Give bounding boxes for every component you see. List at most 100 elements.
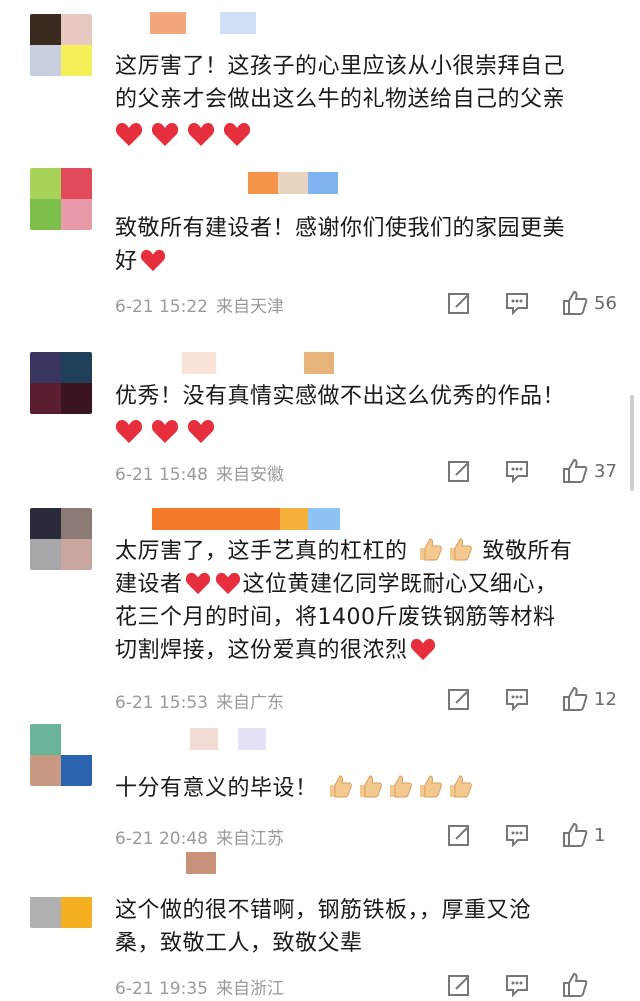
red-heart-icon <box>151 420 179 443</box>
comment-line: 建设者 这位黄建亿同学既耐心又细心， <box>115 568 620 601</box>
username[interactable] <box>186 852 216 874</box>
comment-location: 来自天津 <box>215 297 284 317</box>
share-icon[interactable] <box>446 822 472 848</box>
comment-line: 这厉害了！这孩子的心里应该从小很崇拜自己 <box>115 54 566 79</box>
scrollbar[interactable] <box>630 395 634 491</box>
thumbs-up-icon[interactable] <box>562 686 588 712</box>
like-count: 56 <box>594 292 617 314</box>
avatar-tile <box>30 508 61 539</box>
red-heart-icon <box>115 123 143 146</box>
username-block <box>308 172 338 194</box>
comment-meta: 6-21 20:48 来自江苏 <box>115 824 284 849</box>
avatar-tile <box>30 45 61 76</box>
avatar-tile <box>61 352 92 383</box>
comment-line-text: 好 <box>115 249 138 274</box>
thumbs-up-emoji-icon <box>450 775 472 798</box>
username-block <box>186 852 216 874</box>
comment-actions <box>414 972 618 998</box>
username-block <box>182 352 216 374</box>
red-heart-icon <box>215 572 240 595</box>
avatar[interactable] <box>30 14 92 76</box>
username-block <box>308 508 340 530</box>
comment-line: 太厉害了，这手艺真的杠杠的 致敬所有 <box>115 535 620 568</box>
comment-location: 来自浙江 <box>215 979 284 999</box>
avatar[interactable] <box>30 508 92 570</box>
username[interactable] <box>152 508 340 530</box>
comment-text: 这个做的很不错啊，钢筋铁板，，厚重又沧 桑，致敬工人，致敬父辈 <box>115 894 620 960</box>
username-block <box>280 508 308 530</box>
comment-date: 6-21 15:22 <box>115 297 208 317</box>
thumbs-up-icon[interactable] <box>562 290 588 316</box>
comment-location: 来自安徽 <box>215 465 284 485</box>
avatar[interactable] <box>30 724 92 786</box>
comment-line: 桑，致敬工人，致敬父辈 <box>115 931 363 956</box>
avatar[interactable] <box>30 866 92 928</box>
avatar-tile <box>30 539 61 570</box>
like-count: 12 <box>594 688 617 710</box>
comment-line: 这个做的很不错啊，钢筋铁板，，厚重又沧 <box>115 898 532 923</box>
thumbs-up-icon[interactable] <box>562 458 588 484</box>
avatar-tile <box>61 168 92 199</box>
username-block <box>218 728 238 750</box>
comment-text: 这厉害了！这孩子的心里应该从小很崇拜自己 的父亲才会做出这么牛的礼物送给自己的父… <box>115 50 620 116</box>
comment-line: 优秀！没有真情实感做不出这么优秀的作品！ <box>115 384 566 409</box>
emoji-row <box>115 418 215 444</box>
comment-actions: 12 <box>414 686 618 712</box>
share-icon[interactable] <box>446 972 472 998</box>
comment-actions: 37 <box>414 458 618 484</box>
comment-date: 6-21 15:48 <box>115 465 208 485</box>
username[interactable] <box>150 12 256 34</box>
comment-line: 的父亲才会做出这么牛的礼物送给自己的父亲 <box>115 87 566 112</box>
comment-line-text: 这位黄建亿同学既耐心又细心， <box>242 572 558 597</box>
comment-icon[interactable] <box>504 458 530 484</box>
comment-icon[interactable] <box>504 822 530 848</box>
avatar-tile <box>61 508 92 539</box>
comment-actions: 56 <box>414 290 618 316</box>
red-heart-icon <box>410 638 435 661</box>
avatar-tile <box>61 724 92 755</box>
red-heart-icon <box>187 420 215 443</box>
comment-line-text: 太厉害了，这手艺真的杠杠的 <box>115 539 408 564</box>
comment-line: 花三个月的时间，将1400斤废铁钢筋等材料 <box>115 605 556 630</box>
avatar-tile <box>61 199 92 230</box>
thumbs-up-emoji-icon <box>360 775 382 798</box>
comment-meta: 6-21 15:22 来自天津 <box>115 292 284 317</box>
avatar-tile <box>61 45 92 76</box>
comment-icon[interactable] <box>504 686 530 712</box>
avatar-tile <box>30 352 61 383</box>
share-icon[interactable] <box>446 458 472 484</box>
thumbs-up-emoji-icon <box>420 775 442 798</box>
like-count: 37 <box>594 460 617 482</box>
username[interactable] <box>248 172 338 194</box>
thumbs-up-icon[interactable] <box>562 972 588 998</box>
comment-location: 来自江苏 <box>215 829 284 849</box>
thumbs-up-emoji-icon <box>450 538 472 561</box>
red-heart-icon <box>151 123 179 146</box>
username[interactable] <box>190 728 266 750</box>
avatar-tile <box>30 724 61 755</box>
username[interactable] <box>182 352 334 374</box>
comment-meta: 6-21 15:53 来自广东 <box>115 688 284 713</box>
red-heart-icon <box>115 420 143 443</box>
share-icon[interactable] <box>446 686 472 712</box>
comment-icon[interactable] <box>504 972 530 998</box>
username-block <box>278 172 308 194</box>
avatar[interactable] <box>30 168 92 230</box>
thumbs-up-emoji-icon <box>330 775 352 798</box>
comment-date: 6-21 19:35 <box>115 979 208 999</box>
like-count: 1 <box>594 824 606 846</box>
username-block <box>190 728 218 750</box>
avatar-tile <box>30 168 61 199</box>
comment-text: 太厉害了，这手艺真的杠杠的 致敬所有 建设者 这位黄建亿同学既耐心又细心， 花三个… <box>115 535 620 667</box>
avatar-tile <box>61 383 92 414</box>
comment-icon[interactable] <box>504 290 530 316</box>
comment-meta: 6-21 19:35 来自浙江 <box>115 974 284 999</box>
share-icon[interactable] <box>446 290 472 316</box>
thumbs-up-icon[interactable] <box>562 822 588 848</box>
avatar-tile <box>61 14 92 45</box>
avatar[interactable] <box>30 352 92 414</box>
username-block <box>220 12 256 34</box>
comment-date: 6-21 15:53 <box>115 693 208 713</box>
comment-line: 致敬所有建设者！感谢你们使我们的家园更美 <box>115 216 566 241</box>
avatar-tile <box>30 897 61 928</box>
